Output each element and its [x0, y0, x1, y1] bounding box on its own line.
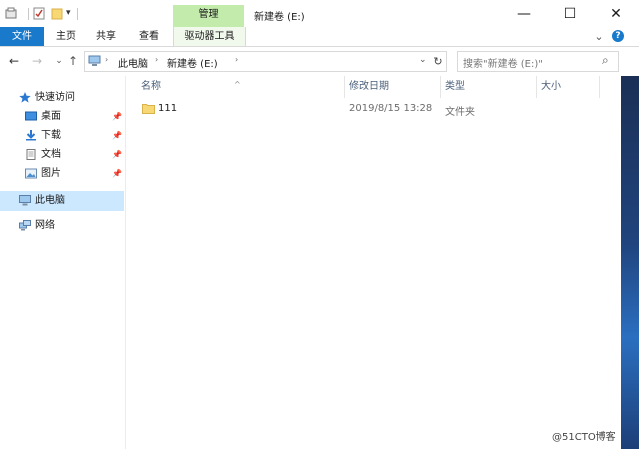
up-button[interactable]: ↑	[66, 53, 80, 69]
tab-drive-tools[interactable]: 驱动器工具	[173, 27, 246, 46]
recent-locations-icon[interactable]: ⌄	[52, 53, 66, 69]
column-header-type-label: 类型	[445, 81, 465, 92]
ribbon-expand-icon[interactable]: ⌄	[592, 27, 606, 46]
breadcrumb-this-pc[interactable]: 此电脑	[118, 55, 148, 70]
title-bar: ▾ 管理 新建卷 (E:) — ☐ ✕	[0, 0, 639, 27]
manage-context-tab[interactable]: 管理	[173, 5, 244, 27]
column-header-date[interactable]: 修改日期	[345, 76, 441, 98]
download-icon	[26, 130, 36, 141]
nav-quick-access[interactable]: 快速访问	[0, 88, 124, 108]
pictures-icon	[25, 168, 37, 179]
pin-icon[interactable]: 📌	[112, 164, 122, 184]
new-folder-icon[interactable]	[51, 7, 63, 20]
forward-button[interactable]: →	[30, 53, 44, 69]
sidebar-item-label: 桌面	[41, 111, 61, 122]
maximize-button[interactable]: ☐	[547, 0, 593, 27]
address-bar[interactable]: › 此电脑 › 新建卷 (E:) › ⌄	[84, 51, 432, 72]
checklist-icon[interactable]	[33, 7, 45, 20]
watermark: @51CTO博客	[552, 432, 616, 443]
sidebar-item-pictures[interactable]: 图片 📌	[0, 164, 124, 184]
computer-icon	[88, 55, 101, 66]
help-icon[interactable]: ?	[612, 30, 624, 42]
search-input[interactable]: 搜索"新建卷 (E:)"	[463, 55, 543, 70]
address-dropdown-icon[interactable]: ⌄	[419, 55, 427, 65]
properties-icon[interactable]	[5, 7, 17, 20]
folder-icon	[142, 104, 155, 114]
desktop-icon	[25, 111, 37, 121]
file-date: 2019/8/15 13:28	[349, 103, 433, 114]
tab-file[interactable]: 文件	[0, 27, 44, 46]
breadcrumb-new-volume[interactable]: 新建卷 (E:)	[167, 55, 218, 70]
sort-ascending-icon: ^	[234, 80, 241, 89]
sidebar-item-downloads[interactable]: 下载 📌	[0, 126, 124, 146]
sidebar-item-label: 网络	[35, 220, 55, 231]
pin-icon[interactable]: 📌	[112, 107, 122, 127]
tab-share[interactable]: 共享	[90, 27, 122, 46]
sidebar-item-documents[interactable]: 文档 📌	[0, 145, 124, 165]
back-button[interactable]: ←	[7, 53, 21, 69]
file-name: 111	[158, 103, 178, 114]
computer-icon	[19, 195, 31, 206]
sidebar-item-network[interactable]: 网络	[0, 216, 124, 236]
sidebar-item-label: 下载	[41, 130, 61, 141]
pin-icon[interactable]: 📌	[112, 126, 122, 146]
title-separator	[77, 8, 78, 20]
column-header-name[interactable]: ^ 名称	[126, 76, 345, 98]
tab-home[interactable]: 主页	[50, 27, 82, 46]
tab-view[interactable]: 查看	[133, 27, 165, 46]
minimize-button[interactable]: —	[501, 0, 547, 27]
sidebar-item-label: 此电脑	[35, 195, 65, 206]
table-row[interactable]: 111 2019/8/15 13:28 文件夹	[126, 100, 616, 118]
column-header-date-label: 修改日期	[349, 81, 389, 92]
sidebar-item-desktop[interactable]: 桌面 📌	[0, 107, 124, 127]
file-type: 文件夹	[445, 107, 475, 118]
breadcrumb-separator[interactable]: ›	[155, 55, 158, 64]
breadcrumb-separator[interactable]: ›	[105, 55, 108, 64]
documents-icon	[26, 149, 36, 160]
network-icon	[19, 220, 31, 231]
column-header-size[interactable]: 大小	[537, 76, 600, 98]
sidebar-item-label: 文档	[41, 149, 61, 160]
ribbon-tab-bar: 文件 主页 共享 查看 驱动器工具 ⌄ ?	[0, 27, 639, 47]
close-button[interactable]: ✕	[593, 0, 639, 27]
refresh-button[interactable]: ↻	[430, 51, 447, 72]
column-header-name-label: 名称	[141, 81, 161, 92]
search-box[interactable]: 搜索"新建卷 (E:)" ⌕	[457, 51, 619, 72]
quick-access-separator	[28, 8, 29, 20]
column-header-type[interactable]: 类型	[441, 76, 537, 98]
sidebar-item-label: 图片	[41, 168, 61, 179]
file-list: ^ 名称 修改日期 类型 大小 111 2019/8/15 13:28 文件夹	[126, 76, 621, 449]
breadcrumb-separator[interactable]: ›	[235, 55, 238, 64]
pin-icon[interactable]: 📌	[112, 145, 122, 165]
quick-access-dropdown-icon[interactable]: ▾	[66, 8, 71, 18]
window-title: 新建卷 (E:)	[254, 12, 305, 23]
star-icon	[19, 92, 31, 103]
column-header-size-label: 大小	[541, 81, 561, 92]
search-icon[interactable]: ⌕	[602, 53, 609, 68]
nav-quick-access-label: 快速访问	[35, 92, 75, 103]
desktop-background-strip	[621, 76, 639, 449]
navigation-pane: 快速访问 桌面 📌 下载 📌 文档 📌 图片 📌 此电脑 网络	[0, 76, 126, 449]
sidebar-item-this-pc[interactable]: 此电脑	[0, 191, 124, 211]
